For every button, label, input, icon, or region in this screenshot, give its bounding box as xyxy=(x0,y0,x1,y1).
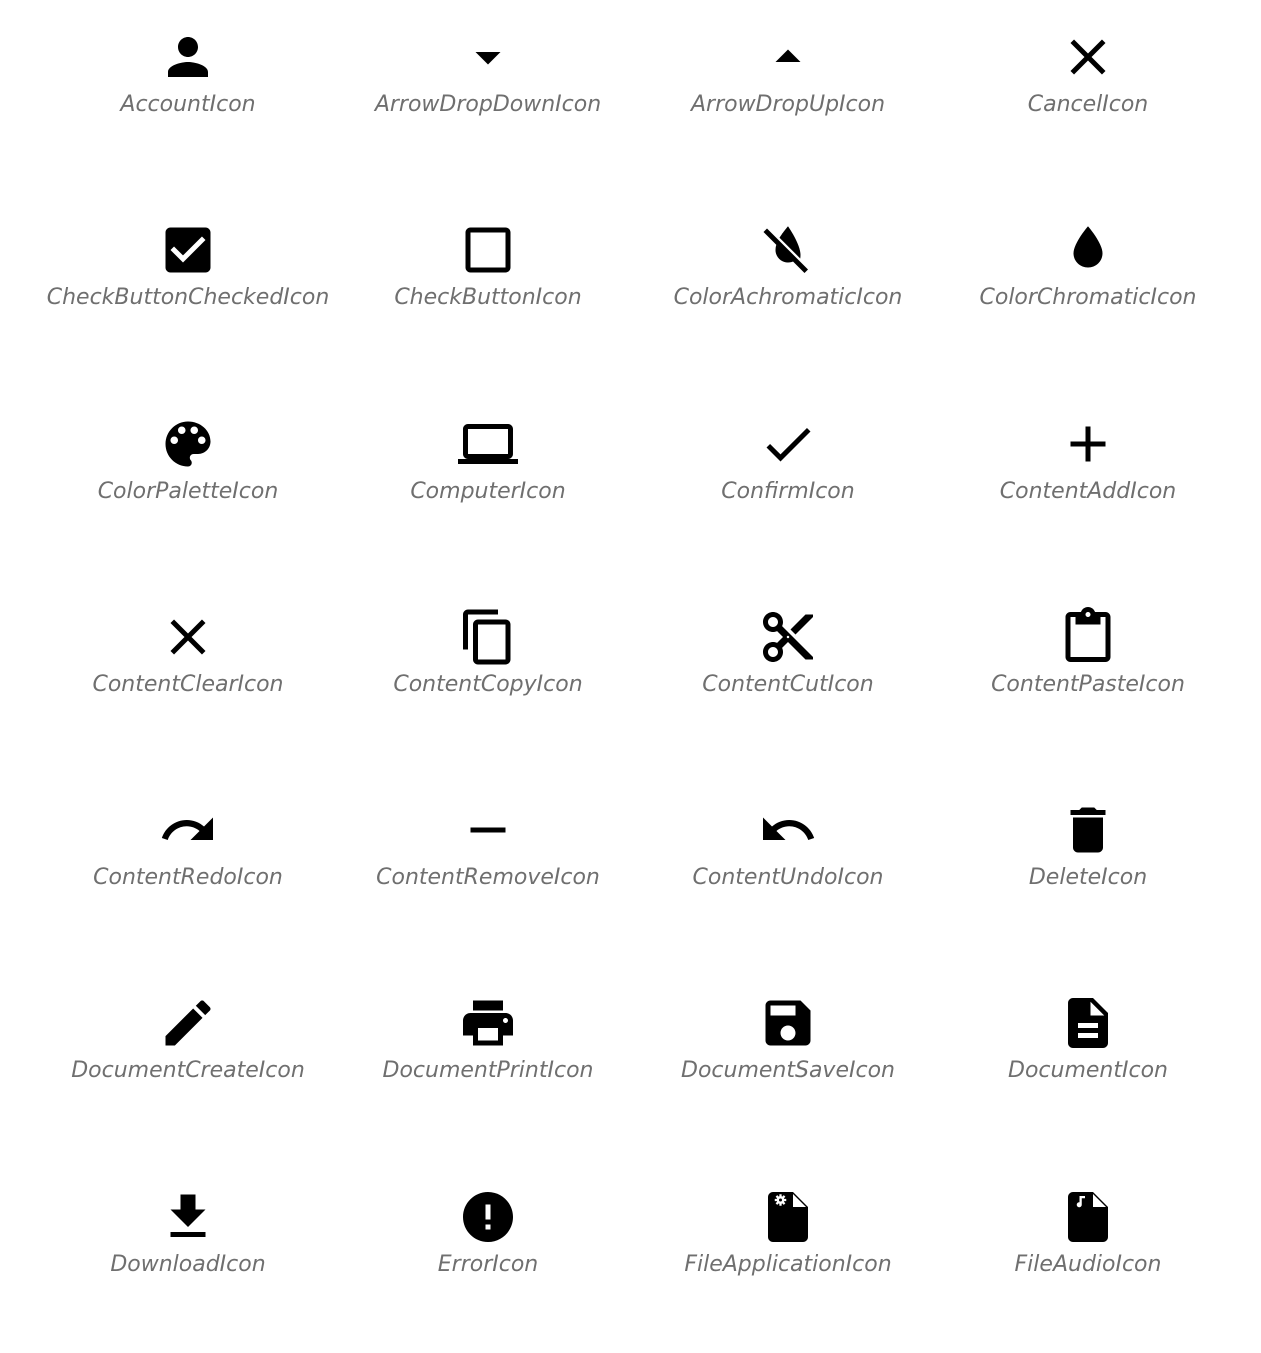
icon-cell-download: DownloadIcon xyxy=(38,1160,338,1353)
icon-label: FileAudioIcon xyxy=(1014,1251,1162,1277)
icon-cell-document-create: DocumentCreateIcon xyxy=(38,966,338,1159)
content-paste-icon xyxy=(1065,606,1111,662)
icon-label: DeleteIcon xyxy=(1028,865,1148,891)
file-application-icon xyxy=(768,1191,808,1242)
icon-cell-check-button-checked: CheckButtonCheckedIcon xyxy=(38,193,338,386)
icon-label: ContentPasteIcon xyxy=(991,671,1185,697)
content-copy-icon xyxy=(463,609,511,665)
document-icon xyxy=(1068,998,1108,1049)
content-cut-icon xyxy=(763,611,813,662)
icon-label: ErrorIcon xyxy=(437,1251,539,1277)
icon-label: ContentCutIcon xyxy=(702,671,874,697)
icon-label: DownloadIcon xyxy=(110,1251,266,1277)
content-undo-icon xyxy=(763,817,815,841)
download-icon xyxy=(170,1194,206,1237)
icon-cell-computer: ComputerIcon xyxy=(338,387,638,580)
icon-cell-error: ErrorIcon xyxy=(338,1160,638,1353)
icon-label: ContentAddIcon xyxy=(999,478,1177,504)
icon-cell-content-clear: ContentClearIcon xyxy=(38,580,338,773)
content-remove-icon xyxy=(470,827,506,833)
delete-icon xyxy=(1070,807,1106,853)
icon-cell-document: DocumentIcon xyxy=(938,966,1238,1159)
icon-label: ContentClearIcon xyxy=(92,671,284,697)
icon-cell-arrow-drop-down: ArrowDropDownIcon xyxy=(338,0,638,193)
content-clear-icon xyxy=(170,619,206,655)
icon-cell-confirm: ConfirmIcon xyxy=(638,387,938,580)
check-button-checked-icon xyxy=(165,227,211,273)
check-button-icon xyxy=(465,227,511,273)
icon-label: DocumentPrintIcon xyxy=(382,1058,594,1084)
icon-label: ComputerIcon xyxy=(410,478,566,504)
icon-cell-content-redo: ContentRedoIcon xyxy=(38,773,338,966)
icon-cell-file-application: FileApplicationIcon xyxy=(638,1160,938,1353)
document-create-icon xyxy=(165,1000,211,1046)
color-achromatic-icon xyxy=(763,226,808,274)
icon-label: ArrowDropUpIcon xyxy=(690,92,886,117)
icon-label: ConfirmIcon xyxy=(721,478,855,504)
icon-cell-content-cut: ContentCutIcon xyxy=(638,580,938,773)
icon-label: ContentCopyIcon xyxy=(393,671,583,697)
icon-cell-content-add: ContentAddIcon xyxy=(938,387,1238,580)
content-redo-icon xyxy=(161,817,213,841)
icon-label: CheckButtonCheckedIcon xyxy=(46,285,330,311)
icon-label: ContentRedoIcon xyxy=(93,865,283,891)
icon-cell-content-remove: ContentRemoveIcon xyxy=(338,773,638,966)
icon-cell-document-save: DocumentSaveIcon xyxy=(638,966,938,1159)
icon-label: ContentUndoIcon xyxy=(692,865,884,891)
icon-label: ColorAchromaticIcon xyxy=(673,285,903,311)
icon-cell-file-audio: FileAudioIcon xyxy=(938,1160,1238,1353)
document-print-icon xyxy=(463,1000,513,1046)
icon-cell-content-undo: ContentUndoIcon xyxy=(638,773,938,966)
color-palette-icon xyxy=(165,421,211,467)
icon-cell-cancel: CancelIcon xyxy=(938,0,1238,193)
color-chromatic-icon xyxy=(1073,226,1103,268)
icon-cell-color-chromatic: ColorChromaticIcon xyxy=(938,193,1238,386)
cancel-icon xyxy=(1070,39,1106,75)
icon-label: CheckButtonIcon xyxy=(394,285,582,311)
icon-label: ContentRemoveIcon xyxy=(376,865,600,891)
icon-label: DocumentIcon xyxy=(1008,1058,1168,1084)
icon-label: DocumentCreateIcon xyxy=(71,1058,305,1084)
computer-icon xyxy=(458,423,518,464)
icon-cell-delete: DeleteIcon xyxy=(938,773,1238,966)
icon-gallery-grid: AccountIcon ArrowDropDownIcon ArrowDropU… xyxy=(38,0,1238,1341)
icon-label: ColorChromaticIcon xyxy=(979,285,1197,311)
content-add-icon xyxy=(1070,426,1106,462)
arrow-drop-down-icon xyxy=(475,52,501,65)
icon-cell-color-palette: ColorPaletteIcon xyxy=(38,387,338,580)
icon-cell-arrow-drop-up: ArrowDropUpIcon xyxy=(638,0,938,193)
file-audio-icon xyxy=(1068,1191,1108,1242)
arrow-drop-up-icon xyxy=(775,49,801,62)
icon-cell-account: AccountIcon xyxy=(38,0,338,193)
icon-cell-content-paste: ContentPasteIcon xyxy=(938,580,1238,773)
icon-label: CancelIcon xyxy=(1027,92,1149,117)
icon-cell-content-copy: ContentCopyIcon xyxy=(338,580,638,773)
confirm-icon xyxy=(766,427,811,462)
icon-cell-document-print: DocumentPrintIcon xyxy=(338,966,638,1159)
icon-cell-color-achromatic: ColorAchromaticIcon xyxy=(638,193,938,386)
error-icon xyxy=(463,1191,513,1242)
icon-label: AccountIcon xyxy=(120,92,256,117)
icon-label: FileApplicationIcon xyxy=(684,1251,892,1277)
document-save-icon xyxy=(765,1000,811,1046)
icon-cell-check-button: CheckButtonIcon xyxy=(338,193,638,386)
account-icon xyxy=(168,37,208,77)
icon-label: ColorPaletteIcon xyxy=(97,478,279,504)
icon-label: DocumentSaveIcon xyxy=(681,1058,895,1084)
icon-label: ArrowDropDownIcon xyxy=(374,92,602,117)
